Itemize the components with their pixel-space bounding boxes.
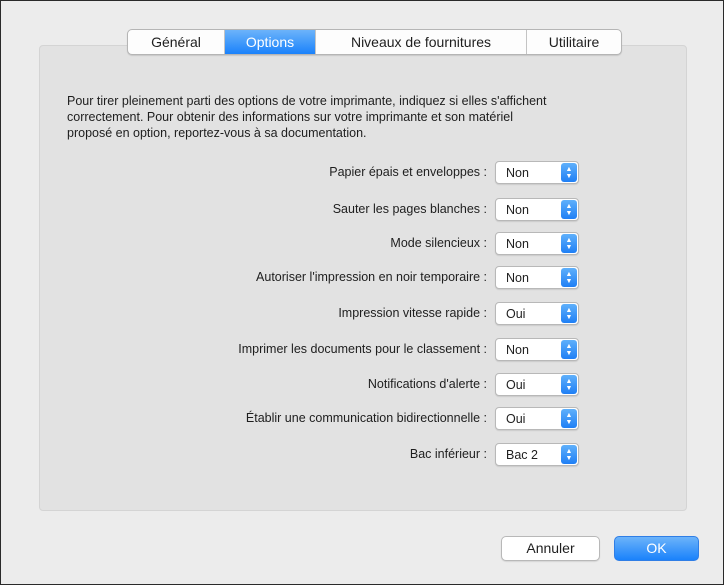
tab-supply-levels[interactable]: Niveaux de fournitures	[316, 30, 527, 54]
up-down-chevron-icon: ▲ ▼	[561, 268, 577, 287]
up-down-chevron-icon: ▲ ▼	[561, 445, 577, 464]
thick-paper-popup[interactable]: Non ▲ ▼	[495, 161, 579, 184]
ok-button[interactable]: OK	[614, 536, 699, 561]
lower-tray-label: Bac inférieur :	[409, 447, 487, 461]
intro-line: proposé en option, reportez-vous à sa do…	[67, 126, 367, 140]
up-down-chevron-icon: ▲ ▼	[561, 304, 577, 323]
intro-line: correctement. Pour obtenir des informati…	[67, 110, 514, 124]
temp-black-print-label: Autoriser l'impression en noir temporair…	[256, 270, 487, 284]
quiet-mode-popup[interactable]: Non ▲ ▼	[495, 232, 579, 255]
alert-notifications-label: Notifications d'alerte :	[367, 377, 487, 391]
up-down-chevron-icon: ▲ ▼	[561, 340, 577, 359]
filing-documents-value: Non	[506, 342, 529, 357]
high-speed-printing-value: Oui	[506, 306, 526, 321]
tab-bar: Général Options Niveaux de fournitures U…	[127, 29, 622, 55]
lower-tray-popup[interactable]: Bac 2 ▲ ▼	[495, 443, 579, 466]
up-down-chevron-icon: ▲ ▼	[561, 234, 577, 253]
filing-documents-label: Imprimer les documents pour le classemen…	[238, 342, 487, 356]
filing-documents-popup[interactable]: Non ▲ ▼	[495, 338, 579, 361]
thick-paper-value: Non	[506, 165, 529, 180]
alert-notifications-value: Oui	[506, 377, 526, 392]
up-down-chevron-icon: ▲ ▼	[561, 375, 577, 394]
skip-blank-pages-popup[interactable]: Non ▲ ▼	[495, 198, 579, 221]
quiet-mode-label: Mode silencieux :	[390, 236, 487, 250]
thick-paper-label: Papier épais et enveloppes :	[329, 165, 487, 179]
bidirectional-comm-value: Oui	[506, 411, 526, 426]
temp-black-print-popup[interactable]: Non ▲ ▼	[495, 266, 579, 289]
up-down-chevron-icon: ▲ ▼	[561, 409, 577, 428]
intro-line: Pour tirer pleinement parti des options …	[67, 94, 547, 108]
bidirectional-comm-label: Établir une communication bidirectionnel…	[245, 411, 487, 425]
bidirectional-comm-popup[interactable]: Oui ▲ ▼	[495, 407, 579, 430]
up-down-chevron-icon: ▲ ▼	[561, 163, 577, 182]
tab-general[interactable]: Général	[128, 30, 225, 54]
tab-options[interactable]: Options	[225, 30, 316, 54]
temp-black-print-value: Non	[506, 270, 529, 285]
skip-blank-pages-value: Non	[506, 202, 529, 217]
up-down-chevron-icon: ▲ ▼	[561, 200, 577, 219]
high-speed-printing-label: Impression vitesse rapide :	[338, 306, 487, 320]
quiet-mode-value: Non	[506, 236, 529, 251]
cancel-button[interactable]: Annuler	[501, 536, 600, 561]
alert-notifications-popup[interactable]: Oui ▲ ▼	[495, 373, 579, 396]
high-speed-printing-popup[interactable]: Oui ▲ ▼	[495, 302, 579, 325]
printer-options-dialog: Général Options Niveaux de fournitures U…	[0, 0, 724, 585]
tab-utility[interactable]: Utilitaire	[527, 30, 621, 54]
lower-tray-value: Bac 2	[506, 447, 538, 462]
skip-blank-pages-label: Sauter les pages blanches :	[332, 202, 487, 216]
intro-text: Pour tirer pleinement parti des options …	[67, 93, 677, 141]
